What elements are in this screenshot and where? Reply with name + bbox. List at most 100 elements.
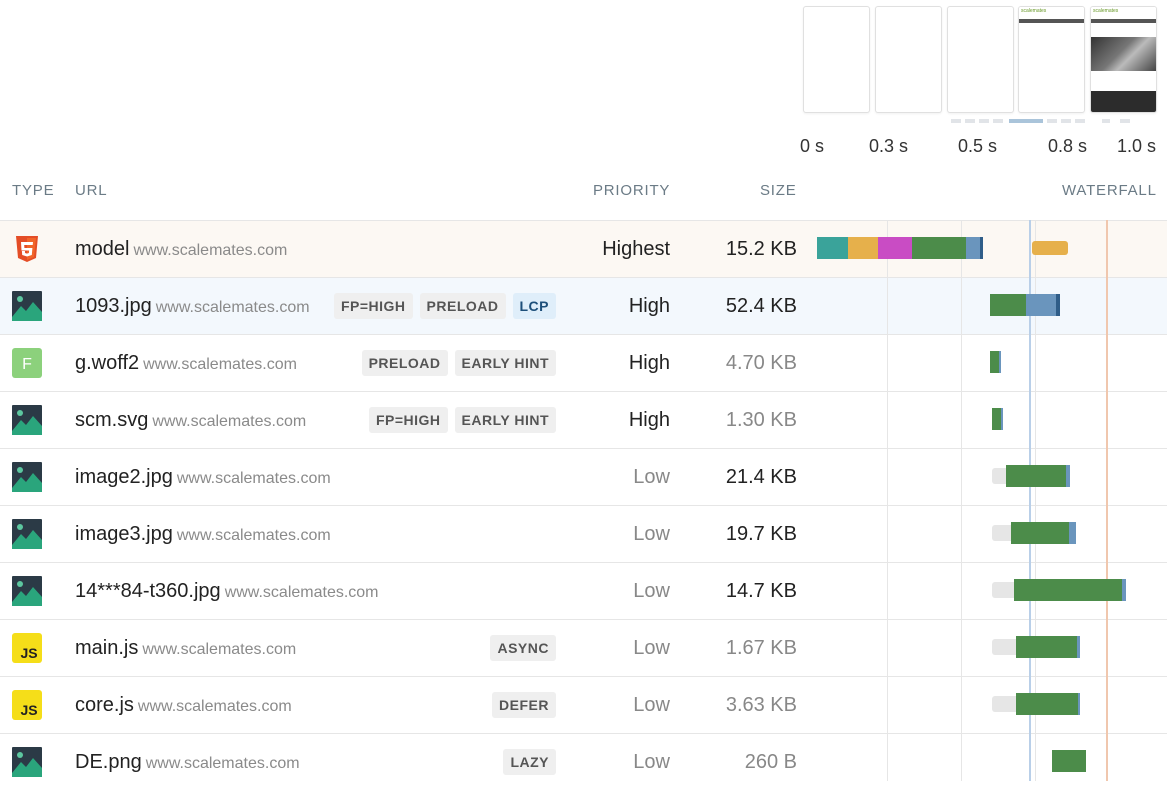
time-label: 1.0 s bbox=[1117, 136, 1157, 156]
timeline-tick bbox=[1102, 119, 1110, 123]
request-row[interactable]: Fg.woff2 www.scalemates.com PRELOAD EARLY H… bbox=[0, 334, 1167, 391]
request-badges: PRELOAD EARLY HINT bbox=[361, 350, 556, 376]
request-file-name: scm.svg bbox=[75, 409, 149, 431]
request-host: www.scalemates.com bbox=[143, 356, 297, 373]
request-host: www.scalemates.com bbox=[145, 755, 300, 772]
request-url[interactable]: core.js www.scalemates.com bbox=[75, 694, 292, 717]
time-label: 0.8 s bbox=[1048, 136, 1088, 156]
image-icon bbox=[12, 405, 42, 435]
request-host: www.scalemates.com bbox=[137, 698, 292, 715]
request-badges: FP=HIGH PRELOAD LCP bbox=[333, 293, 556, 319]
time-label: 0.3 s bbox=[869, 136, 909, 156]
request-url[interactable]: DE.png www.scalemates.com bbox=[75, 751, 300, 774]
filmstrip-frame-partial[interactable]: scalemates bbox=[1018, 6, 1085, 113]
request-url[interactable]: model www.scalemates.com bbox=[75, 238, 287, 261]
filmstrip-frame-blank[interactable] bbox=[947, 6, 1014, 113]
request-size: 3.63 KB bbox=[725, 694, 797, 716]
request-size: 1.67 KB bbox=[725, 637, 797, 659]
request-host: www.scalemates.com bbox=[142, 641, 297, 658]
image-icon bbox=[12, 462, 42, 492]
timeline-tick bbox=[1120, 119, 1130, 123]
request-priority: Low bbox=[633, 580, 670, 602]
screenshot-site-name: scalemates bbox=[1019, 7, 1084, 19]
request-row[interactable]: 1093.jpg www.scalemates.com FP=HIGH PRELOAD… bbox=[0, 277, 1167, 334]
request-row[interactable]: JS core.js www.scalemates.com DEFER Low 3.63 … bbox=[0, 676, 1167, 733]
request-size: 15.2 KB bbox=[725, 238, 797, 260]
request-url[interactable]: g.woff2 www.scalemates.com bbox=[75, 352, 297, 375]
request-file-name: main.js bbox=[75, 637, 139, 659]
screenshot-nav-bar bbox=[1019, 19, 1084, 23]
timeline-tick bbox=[1047, 119, 1057, 123]
request-priority: High bbox=[628, 295, 670, 317]
request-badges: LAZY bbox=[503, 749, 556, 775]
request-host: www.scalemates.com bbox=[224, 584, 379, 601]
request-badges: ASYNC bbox=[490, 635, 556, 661]
request-priority: Low bbox=[633, 751, 670, 773]
request-url[interactable]: image2.jpg www.scalemates.com bbox=[75, 466, 331, 489]
request-row[interactable]: scm.svg www.scalemates.com FP=HIGH EARLY HI… bbox=[0, 391, 1167, 448]
screenshot-footer bbox=[1091, 91, 1156, 112]
timeline-tick-active bbox=[1009, 119, 1043, 123]
request-url[interactable]: scm.svg www.scalemates.com bbox=[75, 409, 306, 432]
filmstrip-frame-loaded[interactable]: scalemates bbox=[1090, 6, 1157, 113]
request-badges: DEFER bbox=[492, 692, 556, 718]
svg-text:JS: JS bbox=[20, 702, 37, 718]
image-icon bbox=[12, 519, 42, 549]
request-file-name: image3.jpg bbox=[75, 523, 173, 545]
request-url[interactable]: image3.jpg www.scalemates.com bbox=[75, 523, 331, 546]
timeline-tick bbox=[1075, 119, 1085, 123]
screenshot-title bbox=[1091, 23, 1156, 37]
request-row[interactable]: model www.scalemates.com Highest 15.2 KB bbox=[0, 220, 1167, 277]
badge-defer: DEFER bbox=[492, 692, 556, 718]
request-file-name: 14***84-t360.jpg bbox=[75, 580, 221, 602]
request-file-name: g.woff2 bbox=[75, 352, 140, 374]
filmstrip: scalemates scalemates 0 s 0.3 s 0.5 s 0.… bbox=[0, 0, 1167, 170]
request-priority: Low bbox=[633, 523, 670, 545]
svg-text:JS: JS bbox=[20, 645, 37, 661]
request-size: 19.7 KB bbox=[725, 523, 797, 545]
image-icon bbox=[12, 291, 42, 321]
html5-icon bbox=[15, 236, 45, 266]
request-file-name: 1093.jpg bbox=[75, 295, 152, 317]
timeline-tick bbox=[979, 119, 989, 123]
screenshot-text bbox=[1091, 71, 1156, 91]
request-row[interactable]: 14***84-t360.jpg www.scalemates.com Low 14.… bbox=[0, 562, 1167, 619]
column-header-priority[interactable]: PRIORITY bbox=[593, 182, 670, 199]
request-size: 14.7 KB bbox=[725, 580, 797, 602]
badge-preload: PRELOAD bbox=[361, 350, 448, 376]
timeline-tick bbox=[951, 119, 961, 123]
badge-fp-high: FP=HIGH bbox=[368, 407, 448, 433]
filmstrip-frame-blank[interactable] bbox=[803, 6, 870, 113]
request-url[interactable]: main.js www.scalemates.com bbox=[75, 637, 296, 660]
column-header-size[interactable]: SIZE bbox=[760, 182, 797, 199]
screenshot-image bbox=[1091, 37, 1156, 71]
request-size: 260 B bbox=[744, 751, 797, 773]
time-label: 0.5 s bbox=[958, 136, 998, 156]
request-file-name: model bbox=[75, 238, 130, 260]
request-size: 4.70 KB bbox=[725, 352, 797, 374]
js-icon: JS bbox=[12, 690, 42, 720]
badge-lcp: LCP bbox=[512, 293, 556, 319]
column-header-type[interactable]: TYPE bbox=[12, 182, 54, 199]
request-url[interactable]: 1093.jpg www.scalemates.com bbox=[75, 295, 310, 318]
badge-preload: PRELOAD bbox=[419, 293, 506, 319]
request-row[interactable]: JS main.js www.scalemates.com ASYNC Low 1.67 … bbox=[0, 619, 1167, 676]
request-host: www.scalemates.com bbox=[176, 470, 331, 487]
font-icon: F bbox=[12, 348, 42, 378]
request-row[interactable]: DE.png www.scalemates.com LAZY Low 260 B bbox=[0, 733, 1167, 790]
timeline-tick bbox=[993, 119, 1003, 123]
svg-text:F: F bbox=[22, 356, 32, 373]
filmstrip-frame-blank[interactable] bbox=[875, 6, 942, 113]
request-badges: FP=HIGH EARLY HINT bbox=[368, 407, 556, 433]
request-host: www.scalemates.com bbox=[133, 242, 288, 259]
request-file-name: image2.jpg bbox=[75, 466, 173, 488]
column-header-url[interactable]: URL bbox=[75, 182, 107, 199]
screenshot-site-name: scalemates bbox=[1091, 7, 1156, 19]
request-file-name: DE.png bbox=[75, 751, 142, 773]
column-header-waterfall[interactable]: WATERFALL bbox=[1062, 182, 1157, 199]
request-row[interactable]: image2.jpg www.scalemates.com Low 21.4 KB bbox=[0, 448, 1167, 505]
request-priority: High bbox=[628, 352, 670, 374]
request-url[interactable]: 14***84-t360.jpg www.scalemates.com bbox=[75, 580, 379, 603]
request-file-name: core.js bbox=[75, 694, 134, 716]
request-row[interactable]: image3.jpg www.scalemates.com Low 19.7 KB bbox=[0, 505, 1167, 562]
